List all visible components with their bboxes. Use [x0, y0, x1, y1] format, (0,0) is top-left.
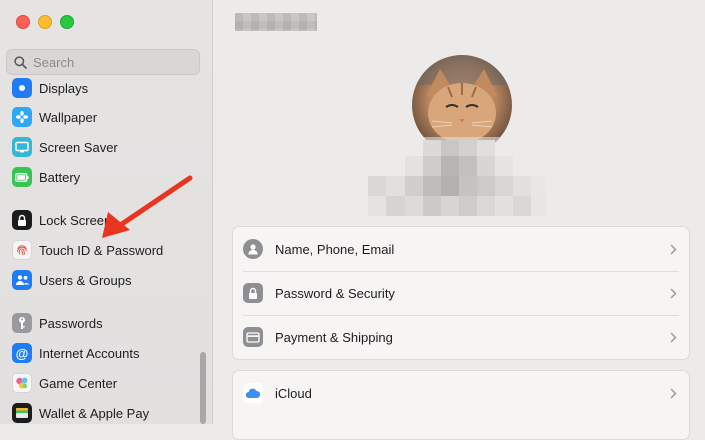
account-settings-card: Name, Phone, Email Password & Security P… — [232, 226, 690, 360]
row-label: Name, Phone, Email — [275, 241, 395, 257]
screen-saver-icon — [12, 137, 32, 157]
zoom-button[interactable] — [60, 15, 74, 29]
sidebar-item-passwords[interactable]: Passwords — [12, 312, 202, 334]
chevron-right-icon — [670, 244, 677, 254]
sidebar-item-label: Battery — [39, 169, 81, 185]
row-icloud[interactable]: iCloud — [233, 371, 689, 415]
minimize-button[interactable] — [38, 15, 52, 29]
sidebar-item-screen-saver[interactable]: Screen Saver — [12, 136, 202, 158]
at-icon: @ — [12, 343, 32, 363]
game-center-icon — [12, 373, 32, 393]
person-icon — [243, 239, 263, 259]
row-password-security[interactable]: Password & Security — [233, 271, 689, 315]
key-icon — [12, 313, 32, 333]
row-label: Password & Security — [275, 285, 395, 301]
sidebar-scrollbar[interactable] — [200, 352, 206, 424]
sidebar-item-users-groups[interactable]: Users & Groups — [12, 269, 202, 291]
row-payment-shipping[interactable]: Payment & Shipping — [233, 315, 689, 359]
row-name-phone-email[interactable]: Name, Phone, Email — [233, 227, 689, 271]
sidebar-item-internet-accounts[interactable]: @ Internet Accounts — [12, 342, 202, 364]
wallet-icon — [12, 403, 32, 423]
sidebar-item-wallpaper[interactable]: Wallpaper — [12, 106, 202, 128]
search-field[interactable] — [6, 49, 200, 75]
annotation-arrow — [102, 175, 193, 238]
sidebar-item-label: Game Center — [39, 375, 118, 391]
row-label: Payment & Shipping — [275, 329, 393, 345]
sidebar-item-label: Screen Saver — [39, 139, 118, 155]
sidebar-item-wallet-apple-pay[interactable]: Wallet & Apple Pay — [12, 402, 202, 424]
sidebar-item-label: Internet Accounts — [39, 345, 140, 361]
wallpaper-icon — [12, 107, 32, 127]
row-label: iCloud — [275, 385, 312, 401]
sidebar-item-label: Wallet & Apple Pay — [39, 405, 150, 421]
user-name-redacted — [368, 140, 546, 216]
window-controls — [16, 15, 74, 29]
chevron-right-icon — [670, 332, 677, 342]
search-input[interactable] — [33, 54, 183, 70]
chevron-right-icon — [670, 288, 677, 298]
sidebar-item-label: Passwords — [39, 315, 103, 331]
sidebar-item-label: Users & Groups — [39, 272, 132, 288]
sidebar-item-label: Displays — [39, 80, 89, 96]
card-icon — [243, 327, 263, 347]
search-icon — [14, 55, 27, 69]
services-card: iCloud — [232, 370, 690, 440]
icloud-icon — [243, 383, 263, 403]
sidebar-item-displays[interactable]: Displays — [12, 77, 202, 99]
fingerprint-icon — [12, 240, 32, 260]
pane-title-redacted — [235, 13, 317, 31]
sidebar-item-touch-id-password[interactable]: Touch ID & Password — [12, 239, 202, 261]
displays-icon — [12, 78, 32, 98]
users-icon — [12, 270, 32, 290]
close-button[interactable] — [16, 15, 30, 29]
main-pane: Name, Phone, Email Password & Security P… — [213, 0, 705, 440]
chevron-right-icon — [670, 388, 677, 398]
sidebar-item-label: Wallpaper — [39, 109, 98, 125]
battery-icon — [12, 167, 32, 187]
sidebar-item-game-center[interactable]: Game Center — [12, 372, 202, 394]
lock-icon — [243, 283, 263, 303]
lock-icon — [12, 210, 32, 230]
sidebar-item-label: Touch ID & Password — [39, 242, 164, 258]
